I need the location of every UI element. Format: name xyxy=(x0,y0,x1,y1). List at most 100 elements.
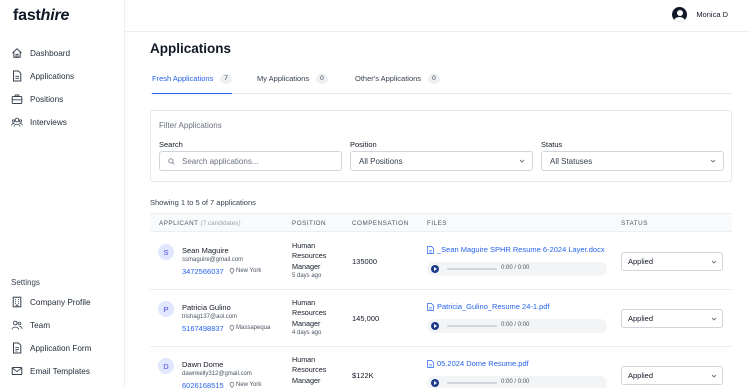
filter-title: Filter Applications xyxy=(159,121,222,130)
play-icon[interactable] xyxy=(431,322,439,330)
table-row[interactable]: S Sean Maguire ssmaguire@gmail.com 34725… xyxy=(150,233,732,290)
applicant-location: New York xyxy=(229,268,261,274)
application-tabs: Fresh Applications 7 My Applications 0 O… xyxy=(150,72,732,94)
building-icon xyxy=(12,296,22,308)
chevron-down-icon xyxy=(711,260,717,264)
status-dropdown[interactable]: Applied xyxy=(621,366,723,385)
top-bar: Monica D xyxy=(125,0,750,32)
applicant-name[interactable]: Sean Maguire xyxy=(182,246,229,255)
chevron-down-icon xyxy=(519,159,525,163)
sidebar-item-applications[interactable]: Applications xyxy=(11,68,74,84)
applicant-email: trishag137@aol.com xyxy=(182,314,238,320)
table-row[interactable]: D Dawn Dome dawnkelly312@gmail.com 60261… xyxy=(150,347,732,388)
applicant-name[interactable]: Patricia Gulino xyxy=(182,303,231,312)
audio-player: 0:00 / 0:00 xyxy=(427,262,607,276)
sidebar-item-label: Application Form xyxy=(30,343,92,353)
applicant-phone[interactable]: 5167498837 xyxy=(182,324,224,333)
audio-progress-track[interactable] xyxy=(447,268,497,270)
user-avatar-icon[interactable] xyxy=(672,7,688,22)
audio-player: 0:00 / 0:00 xyxy=(427,376,607,388)
tab-fresh-applications[interactable]: Fresh Applications 7 xyxy=(152,74,232,94)
header-applicant: APPLICANT (7 candidates) xyxy=(159,220,241,227)
header-status: STATUS xyxy=(621,220,648,227)
file-icon xyxy=(427,245,434,254)
chevron-down-icon xyxy=(711,374,717,378)
tab-label: My Applications xyxy=(257,74,310,83)
map-pin-icon xyxy=(229,325,235,331)
header-position: POSITION xyxy=(292,220,327,227)
user-menu[interactable]: Monica D xyxy=(672,7,728,22)
applied-time-ago: 4 days ago xyxy=(292,330,322,336)
sidebar-item-application-form[interactable]: Application Form xyxy=(11,340,91,356)
audio-progress-track[interactable] xyxy=(447,325,497,327)
status-value: Applied xyxy=(628,257,654,266)
tab-label: Other's Applications xyxy=(355,74,422,83)
applicant-location: New York xyxy=(229,382,261,388)
applicant-phone[interactable]: 6026168515 xyxy=(182,381,224,388)
applicant-position: Human Resources Manager xyxy=(292,241,327,271)
fasthire-logo[interactable]: fasthire xyxy=(13,7,69,25)
applicant-name[interactable]: Dawn Dome xyxy=(182,360,223,369)
table-row[interactable]: P Patricia Gulino trishag137@aol.com 516… xyxy=(150,290,732,347)
applicant-avatar: S xyxy=(158,244,174,260)
status-label: Status xyxy=(541,140,563,149)
position-label: Position xyxy=(350,140,377,149)
audio-time: 0:00 / 0:00 xyxy=(501,379,530,385)
applicant-email: dawnkelly312@gmail.com xyxy=(182,371,252,377)
search-placeholder: Search applications... xyxy=(182,156,259,166)
applicant-avatar: D xyxy=(158,358,174,374)
table-header: APPLICANT (7 candidates) POSITION COMPEN… xyxy=(150,213,732,232)
filter-panel: Filter Applications Search Search applic… xyxy=(150,110,732,182)
sidebar-item-label: Team xyxy=(30,320,51,330)
sidebar-item-positions[interactable]: Positions xyxy=(11,91,63,107)
sidebar-item-email-templates[interactable]: Email Templates xyxy=(11,363,90,379)
audio-time: 0:00 / 0:00 xyxy=(501,322,530,328)
play-icon[interactable] xyxy=(431,265,439,273)
home-icon xyxy=(12,48,22,58)
file-icon xyxy=(427,359,434,368)
resume-file-link[interactable]: Patricia_Gulino_Resume 24-1.pdf xyxy=(427,302,550,311)
audio-time: 0:00 / 0:00 xyxy=(501,265,530,271)
applicant-compensation: 145,000 xyxy=(352,314,380,323)
tab-others-applications[interactable]: Other's Applications 0 xyxy=(355,74,440,94)
applicant-compensation: 135000 xyxy=(352,257,378,266)
resume-file-link[interactable]: _Sean Maguire SPHR Resume 6-2024 Layer.d… xyxy=(427,245,605,254)
status-select[interactable]: All Statuses xyxy=(541,151,724,171)
chevron-down-icon xyxy=(710,159,716,163)
status-dropdown[interactable]: Applied xyxy=(621,309,723,328)
status-value: Applied xyxy=(628,314,654,323)
audio-progress-track[interactable] xyxy=(447,382,497,384)
audio-player: 0:00 / 0:00 xyxy=(427,319,607,333)
search-input[interactable]: Search applications... xyxy=(159,151,342,171)
position-select[interactable]: All Positions xyxy=(350,151,533,171)
play-icon[interactable] xyxy=(431,379,439,387)
resume-file-link[interactable]: 05.2024 Dome Resume.pdf xyxy=(427,359,529,368)
team-icon xyxy=(11,320,23,330)
tab-count-badge: 7 xyxy=(220,74,232,84)
applicant-compensation: $122K xyxy=(352,371,374,380)
file-icon xyxy=(427,302,434,311)
mail-icon xyxy=(11,367,23,375)
sidebar-item-interviews[interactable]: Interviews xyxy=(11,114,67,130)
tab-count-badge: 0 xyxy=(316,74,328,84)
results-summary: Showing 1 to 5 of 7 applications xyxy=(150,198,256,207)
applicant-phone[interactable]: 3472566037 xyxy=(182,267,224,276)
applicant-position: Human Resources Manager xyxy=(292,298,327,328)
form-icon xyxy=(13,342,22,354)
applicant-email: ssmaguire@gmail.com xyxy=(182,257,244,263)
header-compensation: COMPENSATION xyxy=(352,220,409,227)
position-select-value: All Positions xyxy=(359,156,403,166)
sidebar-item-company-profile[interactable]: Company Profile xyxy=(11,294,91,310)
status-value: Applied xyxy=(628,371,654,380)
chevron-down-icon xyxy=(711,317,717,321)
header-files: FILES xyxy=(427,220,447,227)
applicant-avatar: P xyxy=(158,301,174,317)
settings-section-label: Settings xyxy=(11,278,40,287)
status-dropdown[interactable]: Applied xyxy=(621,252,723,271)
sidebar-item-label: Interviews xyxy=(30,117,67,127)
tab-my-applications[interactable]: My Applications 0 xyxy=(257,74,328,94)
applied-time-ago: 5 days ago xyxy=(292,273,322,279)
search-icon xyxy=(168,157,175,165)
sidebar-item-dashboard[interactable]: Dashboard xyxy=(11,45,70,61)
sidebar-item-team[interactable]: Team xyxy=(11,317,50,333)
